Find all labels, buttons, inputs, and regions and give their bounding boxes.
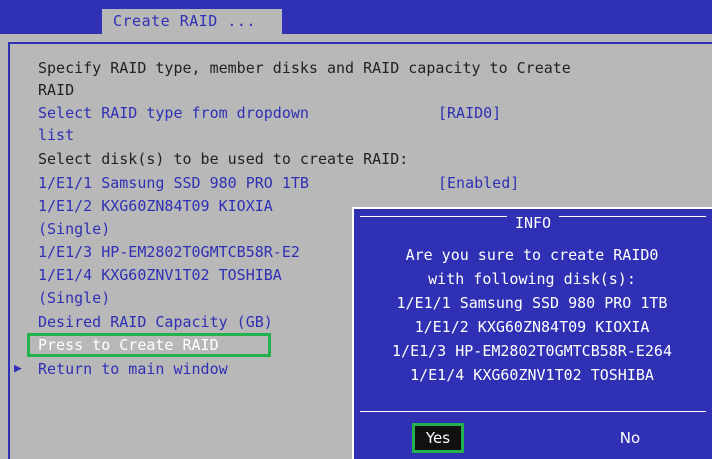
dialog-disk-3: 1/E1/3 HP-EM2802T0GMTCB58R-E264 bbox=[392, 342, 672, 360]
dialog-divider bbox=[360, 411, 706, 412]
disk-select-label: Select disk(s) to be used to create RAID… bbox=[38, 150, 409, 168]
disk-item-1[interactable]: 1/E1/1 Samsung SSD 980 PRO 1TB bbox=[38, 173, 309, 193]
raid-type-dropdown[interactable]: [RAID0] bbox=[438, 103, 501, 123]
dialog-disk-4: 1/E1/4 KXG60ZNV1T02 TOSHIBA bbox=[410, 366, 654, 384]
disk-item-4-mode: (Single) bbox=[38, 289, 111, 307]
dialog-disk-2: 1/E1/2 KXG60ZN84T09 KIOXIA bbox=[414, 318, 650, 336]
description-line1: Specify RAID type, member disks and RAID… bbox=[38, 59, 571, 77]
disk-item-1-toggle[interactable]: [Enabled] bbox=[438, 173, 519, 193]
disk-item-2-mode: (Single) bbox=[38, 220, 111, 238]
description-line2: RAID bbox=[38, 81, 75, 99]
raid-type-label-cont[interactable]: list bbox=[38, 125, 74, 145]
no-button[interactable]: No bbox=[604, 423, 656, 453]
title-bar: Create RAID ... bbox=[0, 0, 712, 34]
dialog-message-line1: Are you sure to create RAID0 bbox=[405, 246, 659, 264]
window-title: Create RAID ... bbox=[102, 9, 282, 34]
disk-item-2[interactable]: 1/E1/2 KXG60ZN84T09 KIOXIA bbox=[38, 196, 273, 216]
create-raid-button[interactable]: Press to Create RAID bbox=[38, 335, 219, 355]
triangle-right-icon: ▶ bbox=[14, 361, 22, 376]
yes-button[interactable]: Yes bbox=[412, 423, 464, 453]
disk-item-3[interactable]: 1/E1/3 HP-EM2802T0GMTCB58R-E2 bbox=[38, 242, 300, 262]
info-dialog: INFO Are you sure to create RAID0 with f… bbox=[352, 207, 712, 459]
dialog-title: INFO bbox=[506, 214, 560, 232]
dialog-disk-1: 1/E1/1 Samsung SSD 980 PRO 1TB bbox=[396, 294, 668, 312]
dialog-message-line2: with following disk(s): bbox=[428, 270, 636, 288]
raid-type-label[interactable]: Select RAID type from dropdown bbox=[38, 103, 309, 123]
disk-item-4[interactable]: 1/E1/4 KXG60ZNV1T02 TOSHIBA bbox=[38, 265, 282, 285]
dialog-title-rule: INFO bbox=[360, 214, 706, 232]
raid-capacity-field[interactable]: Desired RAID Capacity (GB) bbox=[38, 312, 273, 332]
return-main-window-link[interactable]: Return to main window bbox=[38, 359, 228, 379]
